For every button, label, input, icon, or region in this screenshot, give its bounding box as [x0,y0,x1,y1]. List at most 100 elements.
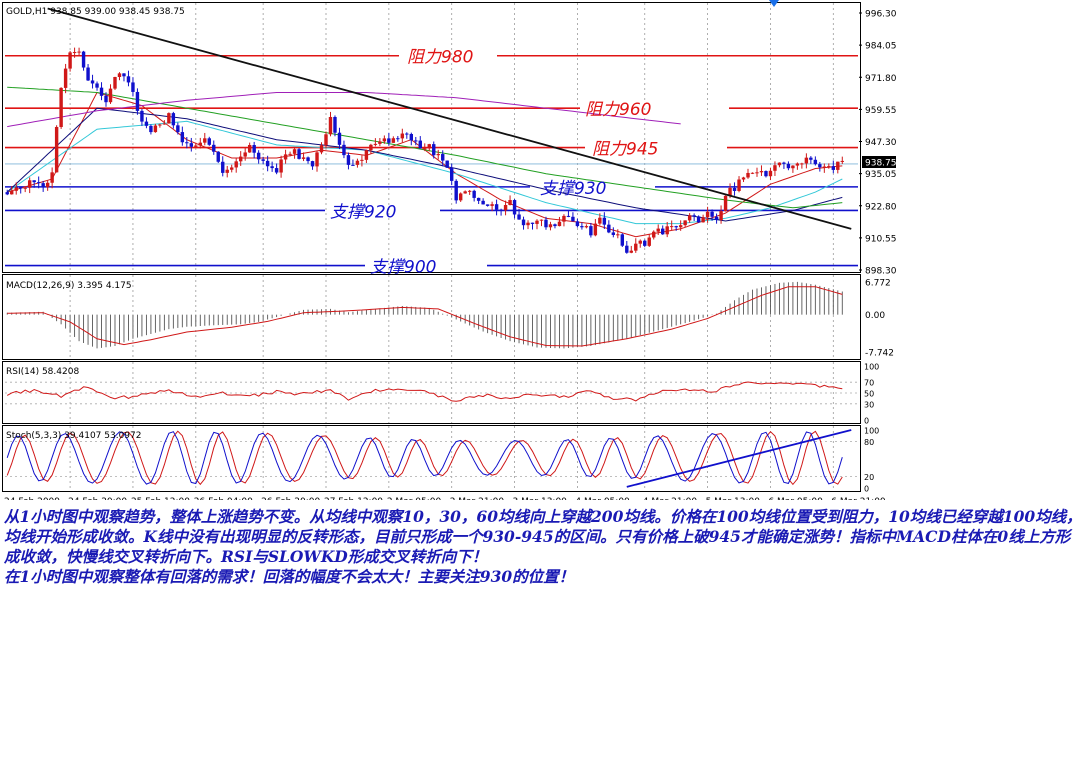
candle-body [598,217,602,224]
time-tick-label: 24 Feb 20:00 [68,497,127,500]
candle-body [149,125,153,133]
candle-body [77,51,81,53]
rsi-tick-label: 0 [864,417,869,426]
level-label: 阻力980 [407,48,473,68]
candle-body [270,166,274,169]
candle-body [243,152,247,157]
time-tick-label: 26 Feb 20:00 [261,497,320,500]
price-tick-label: 910.55 [865,234,897,244]
candle-body [616,234,620,236]
candle-body [427,144,431,149]
candle-body [333,116,337,133]
candle-body [306,157,310,162]
candle-body [669,226,674,228]
macd-tick-label: 0.00 [865,311,885,321]
candle-body [485,204,490,206]
rsi-tick-label: 50 [864,390,874,399]
candle-body [710,211,714,217]
rsi-tick-label: 70 [864,379,874,388]
candle-body [508,200,512,206]
candle-body [548,224,553,228]
candle-body [203,138,207,143]
candle-body [342,144,346,156]
candle-body [99,87,104,96]
candle-body [400,133,405,139]
candle-body [436,154,440,156]
candle-body [72,52,77,54]
time-tick-label: 24 Feb 2009 [4,497,60,500]
candle-body [701,217,705,223]
candle-body [602,217,607,225]
candle-body [418,140,422,149]
time-tick-label: 26 Feb 04:00 [194,497,253,500]
candle-body [382,138,387,142]
candle-body [216,151,220,162]
candle-body [256,152,261,160]
candle-body [207,138,211,145]
candle-body [629,250,633,253]
candle-body [777,162,782,166]
candle-body [571,216,575,222]
candle-body [36,182,41,184]
analysis-commentary: 从1小时图中观察趋势，整体上涨趋势不变。从均线中观察10，30，60均线向上穿越… [4,507,1084,587]
candle-body [840,160,844,162]
candle-body [445,160,449,168]
candle-body [454,180,458,201]
candle-body [809,157,813,160]
candle-body [360,159,364,161]
level-label: 阻力960 [585,100,651,120]
candle-body [432,144,436,156]
macd-tick-label: -7.742 [865,349,894,359]
candle-body [10,190,14,195]
candle-body [337,132,342,145]
candle-body [81,51,86,68]
time-tick-label: 4 Mar 21:00 [643,497,698,500]
candle-body [625,245,629,253]
candle-body [611,232,616,235]
candle-body [503,205,508,211]
candle-body [301,157,306,159]
candle-body [351,164,355,166]
candle-body [387,138,391,143]
candle-body [818,164,822,168]
candle-body [274,168,279,173]
candle-body [68,52,72,69]
candle-body [813,159,818,165]
candle-body [54,126,59,173]
candle-body [59,87,63,127]
candle-body [458,193,463,201]
candle-body [265,160,270,167]
candle-body [782,162,786,164]
candle-body [212,144,216,152]
candle-body [526,222,530,226]
candle-body [786,163,791,169]
last-price-label: 938.75 [865,159,897,169]
candle-body [741,177,746,180]
candle-body [198,142,202,146]
candle-body [95,83,99,88]
level-label: 阻力945 [592,140,658,160]
commentary-paragraph-1: 从1小时图中观察趋势，整体上涨趋势不变。从均线中观察10，30，60均线向上穿越… [4,507,1082,566]
candle-body [737,179,741,191]
candle-body [117,73,122,77]
candle-body [396,138,400,140]
candle-body [755,172,759,174]
candle-body [512,200,517,215]
candle-body [750,172,755,174]
time-tick-label: 6 Mar 21:00 [831,497,886,500]
candle-body [652,231,656,238]
candle-body [692,215,696,217]
macd-label: MACD(12,26,9) 3.395 4.175 [6,281,132,291]
price-tick-label: 971.80 [865,74,897,84]
candle-body [674,226,678,228]
candle-body [580,226,584,228]
candle-body [90,80,95,84]
candle-body [5,192,9,195]
candle-body [535,220,539,224]
candle-body [189,143,194,147]
stoch-tick-label: 80 [864,438,874,447]
candle-body [687,215,692,221]
price-tick-label: 947.30 [865,138,897,148]
candle-body [683,220,687,226]
candle-body [544,219,548,228]
